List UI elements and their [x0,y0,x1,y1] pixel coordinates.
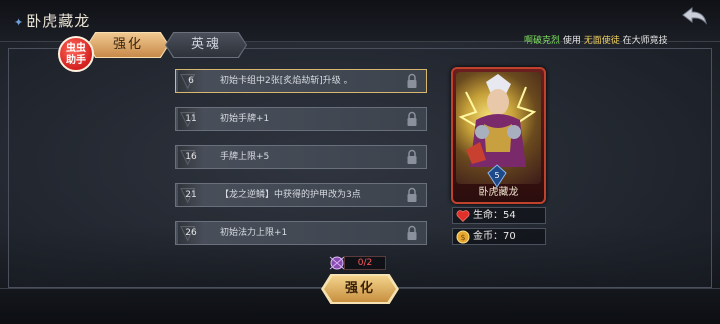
upgrade-level: 21 [178,183,204,206]
upgrade-text: 初始法力上限+1 [220,228,288,238]
marquee-player: 啊破克烈 [524,36,561,46]
lock-icon [407,73,417,88]
upgrade-text: 初始卡组中2张[炙焰劫斩]升级 。 [220,76,353,86]
tab-hero-soul[interactable]: 英魂 [166,33,246,57]
card-level: 5 [494,171,499,180]
material-progress: 0/2 [344,256,386,270]
tab-strengthen[interactable]: 强化 [88,33,168,57]
coin-icon: $ [456,230,470,244]
upgrade-button[interactable]: 强化 [324,276,396,302]
card-name: 卧虎藏龙 [478,187,519,198]
back-arrow-icon[interactable] [680,5,710,27]
marquee-text-1: 使用 [562,36,581,46]
upgrade-row[interactable]: 11 初始手牌+1 [175,107,427,131]
badge-line-2: 助手 [66,55,86,66]
upgrade-level: 6 [178,69,204,92]
hp-label: 生命：54 [473,210,516,221]
announcement-marquee: 啊破克烈 使用 无面使徒 在大师竞技 [524,33,668,46]
page-title: ✦ 卧虎藏龙 [14,10,90,31]
upgrade-level: 26 [178,221,204,244]
upgrade-level: 16 [178,145,204,168]
lock-icon [407,111,417,126]
upgrade-row[interactable]: 21 【龙之逆鳞】中获得的护甲改为3点 [175,183,427,207]
heart-icon [456,210,470,222]
upgrade-text: 手牌上限+5 [220,152,270,162]
upgrade-level: 11 [178,107,204,130]
lock-icon [407,149,417,164]
gold-stat: $ 金币：70 [452,228,546,245]
badge-line-1: 虫虫 [66,43,86,54]
gold-label: 金币：70 [473,231,516,242]
upgrade-row[interactable]: 26 初始法力上限+1 [175,221,427,245]
title-emblem-icon: ✦ [14,16,25,29]
svg-text:$: $ [460,233,465,242]
upgrade-row[interactable]: 16 手牌上限+5 [175,145,427,169]
upgrade-row[interactable]: 6 初始卡组中2张[炙焰劫斩]升级 。 [175,69,427,93]
lock-icon [407,187,417,202]
hero-card[interactable]: 5 卧虎藏龙 [451,67,546,204]
marquee-text-2: 在大师竞技 [622,36,668,46]
hero-name-title: 卧虎藏龙 [26,12,91,30]
helper-badge[interactable]: 虫虫 助手 [58,36,94,72]
upgrade-text: 【龙之逆鳞】中获得的护甲改为3点 [220,190,361,200]
hp-stat: 生命：54 [452,207,546,224]
lock-icon [407,225,417,240]
marquee-hero: 无面使徒 [583,36,620,46]
upgrade-text: 初始手牌+1 [220,114,270,124]
